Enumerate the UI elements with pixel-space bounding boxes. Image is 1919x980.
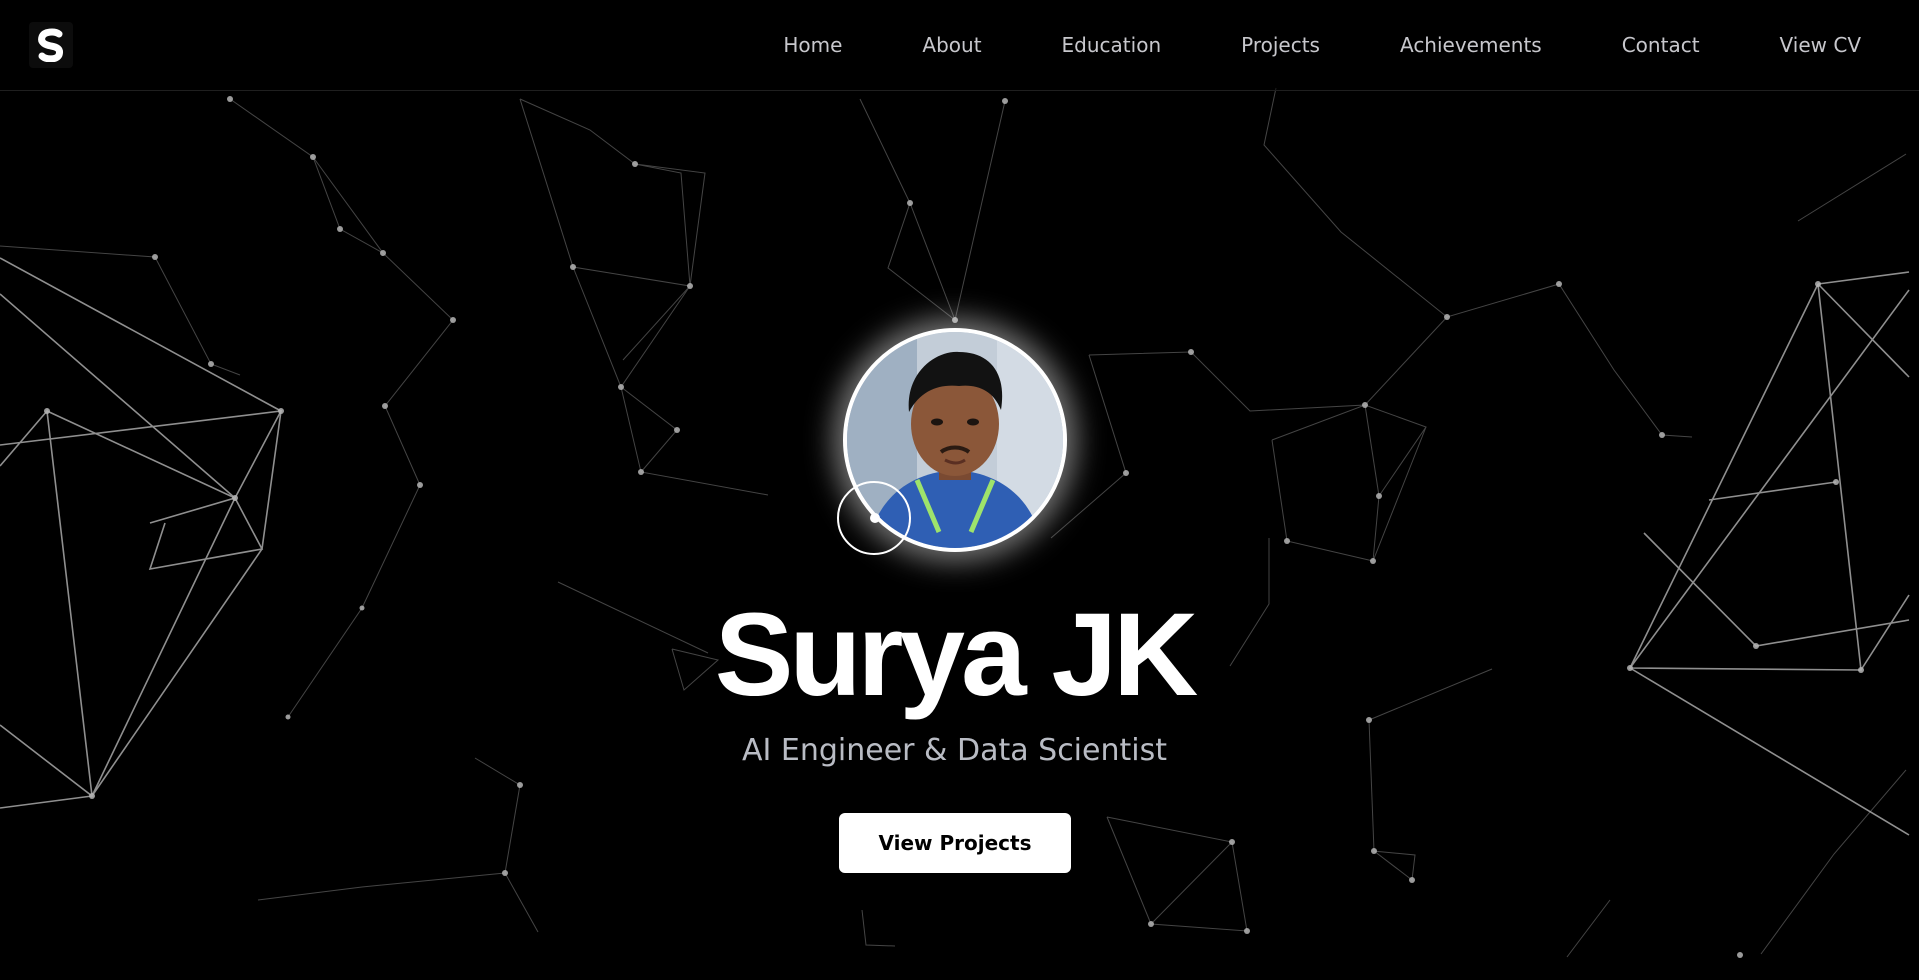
portfolio-page: Home About Education Projects Achievemen… (0, 0, 1919, 980)
nav-about[interactable]: About (922, 33, 981, 57)
s-logo-icon[interactable] (29, 22, 73, 68)
hero-name: Surya JK (714, 589, 1199, 721)
nav-achievements[interactable]: Achievements (1400, 33, 1542, 57)
nav-view-cv[interactable]: View CV (1780, 33, 1861, 57)
cursor-dot (870, 513, 880, 523)
nav-education[interactable]: Education (1062, 33, 1162, 57)
view-projects-button[interactable]: View Projects (839, 813, 1071, 873)
nav-projects[interactable]: Projects (1241, 33, 1320, 57)
main-nav: Home About Education Projects Achievemen… (783, 0, 1861, 90)
hero-subtitle: AI Engineer & Data Scientist (742, 733, 1167, 768)
nav-home[interactable]: Home (783, 33, 842, 57)
nav-contact[interactable]: Contact (1622, 33, 1700, 57)
top-navigation-bar: Home About Education Projects Achievemen… (0, 0, 1919, 91)
logo-glyph (38, 28, 63, 62)
